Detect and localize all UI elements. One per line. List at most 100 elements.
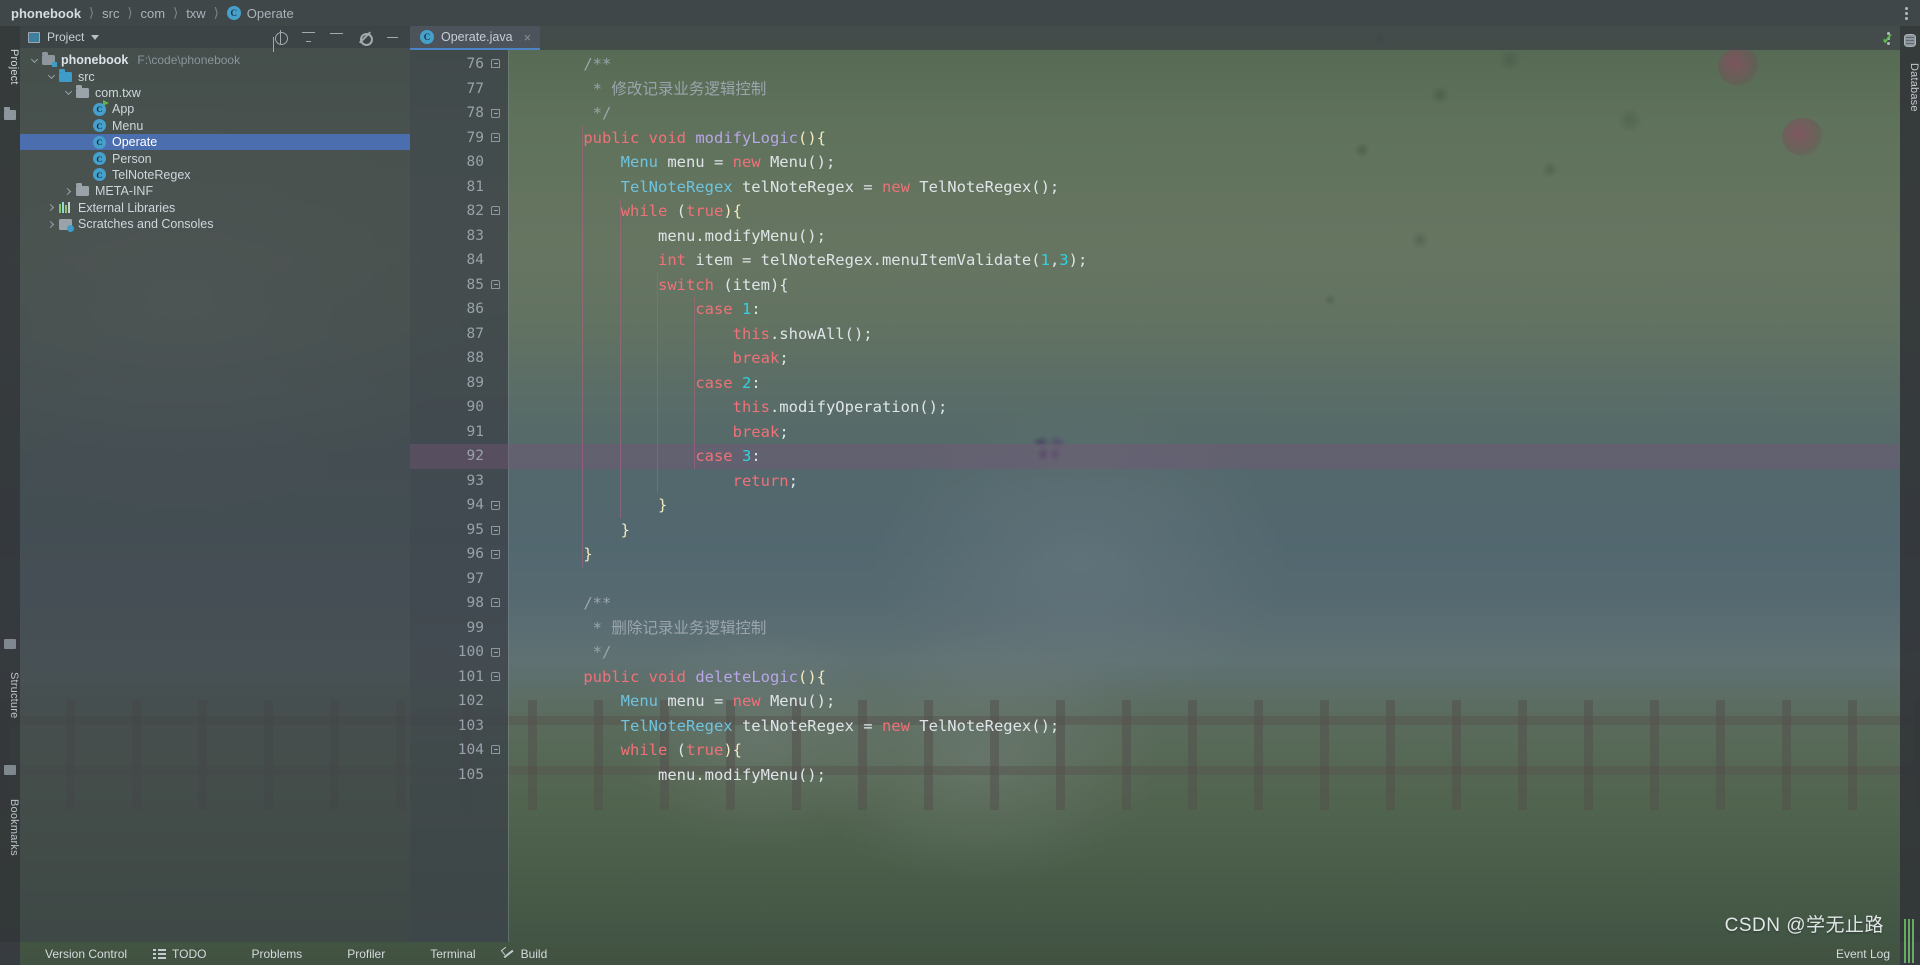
fold-marker-icon[interactable] — [484, 52, 508, 77]
tree-item-person[interactable]: C Person — [20, 150, 410, 166]
code-line[interactable]: 77 * 修改记录业务逻辑控制 — [410, 77, 1900, 102]
twisty-open-icon[interactable] — [62, 88, 75, 96]
code-line[interactable]: 90 this.modifyOperation(); — [410, 395, 1900, 420]
fold-marker-icon[interactable] — [484, 199, 508, 224]
fold-marker-icon[interactable] — [484, 542, 508, 567]
code-line[interactable]: 80 Menu menu = new Menu(); — [410, 150, 1900, 175]
code-line[interactable]: 100 */ — [410, 640, 1900, 665]
code-line[interactable]: 103 TelNoteRegex telNoteRegex = new TelN… — [410, 714, 1900, 739]
sidebar-item-bookmarks[interactable]: Bookmarks — [0, 780, 20, 875]
status-item-build[interactable]: Build — [489, 942, 561, 965]
sidebar-item-structure[interactable]: Structure — [0, 655, 20, 735]
code-line[interactable]: 91 break; — [410, 420, 1900, 445]
fold-marker-icon[interactable] — [484, 738, 508, 763]
code-line[interactable]: 86 case 1: — [410, 297, 1900, 322]
code-line[interactable]: 82 while (true){ — [410, 199, 1900, 224]
status-item-terminal[interactable]: Terminal — [398, 942, 488, 965]
code-line[interactable]: 78 */ — [410, 101, 1900, 126]
breadcrumb-item-src[interactable]: src — [101, 6, 120, 21]
code-viewport[interactable]: 76 /** 77 * 修改记录业务逻辑控制 78 */79 public void… — [410, 50, 1900, 942]
indent-guide — [582, 125, 584, 567]
status-item-version-control[interactable]: Version Control — [0, 942, 140, 965]
fold-marker-icon[interactable] — [484, 518, 508, 543]
code-line[interactable]: 101 public void deleteLogic(){ — [410, 665, 1900, 690]
code-line[interactable]: 96 } — [410, 542, 1900, 567]
code-line[interactable]: 88 break; — [410, 346, 1900, 371]
code-text: * 删除记录业务逻辑控制 — [546, 618, 767, 637]
code-line[interactable]: 98 /** — [410, 591, 1900, 616]
status-item-label: Build — [520, 946, 548, 961]
twisty-closed-icon[interactable] — [45, 204, 58, 212]
code-line[interactable]: 105 menu.modifyMenu(); — [410, 763, 1900, 788]
sidebar-item-database[interactable]: Database — [1900, 52, 1920, 122]
breadcrumb-item-class[interactable]: C Operate — [226, 6, 295, 21]
code-line[interactable]: 99 * 删除记录业务逻辑控制 — [410, 616, 1900, 641]
twisty-closed-icon[interactable] — [45, 220, 58, 228]
code-line[interactable]: 97 — [410, 567, 1900, 592]
tree-item-telnoteregex[interactable]: C TelNoteRegex — [20, 167, 410, 183]
fold-marker-icon[interactable] — [484, 640, 508, 665]
tree-item-app[interactable]: C App — [20, 99, 410, 117]
line-number: 88 — [466, 350, 484, 366]
breadcrumb-item-txw[interactable]: txw — [185, 6, 207, 21]
tree-item-phonebook[interactable]: phonebook F:\code\phonebook — [20, 52, 410, 68]
tab-operate-java[interactable]: C Operate.java × — [410, 26, 541, 50]
code-line[interactable]: 89 case 2: — [410, 371, 1900, 396]
editor-tabstrip: C Operate.java × — [410, 26, 1900, 50]
code-line[interactable]: 85 switch (item){ — [410, 273, 1900, 298]
twisty-open-icon[interactable] — [45, 72, 58, 80]
fold-marker-icon[interactable] — [484, 665, 508, 690]
chevron-down-icon[interactable] — [91, 34, 100, 40]
breadcrumb-item-com[interactable]: com — [140, 6, 167, 21]
fold-marker-icon[interactable] — [484, 273, 508, 298]
breadcrumb-separator: ⟩ — [127, 5, 133, 20]
code-line[interactable]: 104 while (true){ — [410, 738, 1900, 763]
code-line[interactable]: 92 case 3: — [410, 444, 1900, 469]
event-log-button[interactable]: Event Log — [1836, 947, 1890, 961]
breadcrumb-item-project[interactable]: phonebook — [10, 6, 82, 21]
collapse-all-icon[interactable] — [301, 30, 316, 45]
code-content[interactable]: 76 /** 77 * 修改记录业务逻辑控制 78 */79 public void… — [410, 50, 1900, 787]
class-icon: C — [92, 119, 107, 133]
tree-item-scratches-and-consoles[interactable]: Scratches and Consoles — [20, 216, 410, 232]
tree-item-operate[interactable]: C Operate — [20, 133, 410, 151]
sidebar-item-project[interactable]: Project — [0, 32, 20, 102]
settings-gear-icon[interactable] — [357, 30, 373, 46]
twisty-closed-icon[interactable] — [62, 187, 75, 195]
code-line[interactable]: 84 int item = telNoteRegex.menuItemValid… — [410, 248, 1900, 273]
code-line[interactable]: 87 this.showAll(); — [410, 322, 1900, 347]
code-line[interactable]: 93 return; — [410, 469, 1900, 494]
fold-marker-icon[interactable] — [484, 591, 508, 616]
tree-item-src[interactable]: src — [20, 68, 410, 84]
expand-all-icon[interactable] — [329, 30, 344, 45]
tree-item-external-libraries[interactable]: External Libraries — [20, 200, 410, 216]
status-item-todo[interactable]: TODO — [140, 942, 219, 965]
status-item-profiler[interactable]: Profiler — [315, 942, 398, 965]
status-item-problems[interactable]: Problems — [220, 942, 316, 965]
code-line[interactable]: 83 menu.modifyMenu(); — [410, 224, 1900, 249]
more-vertical-icon[interactable] — [1905, 6, 1908, 20]
code-line[interactable]: 94 } — [410, 493, 1900, 518]
close-icon[interactable]: × — [524, 31, 532, 44]
code-line[interactable]: 76 /** — [410, 52, 1900, 77]
hide-panel-icon[interactable] — [385, 30, 400, 45]
code-line[interactable]: 81 TelNoteRegex telNoteRegex = new TelNo… — [410, 175, 1900, 200]
twisty-open-icon[interactable] — [28, 55, 41, 63]
tree-item-meta-inf[interactable]: META-INF — [20, 183, 410, 199]
line-number: 78 — [466, 105, 484, 121]
fold-marker-icon[interactable] — [484, 101, 508, 126]
code-line[interactable]: 95 } — [410, 518, 1900, 543]
code-line[interactable]: 102 Menu menu = new Menu(); — [410, 689, 1900, 714]
locate-file-icon[interactable] — [273, 29, 288, 45]
tree-item-com-txw[interactable]: com.txw — [20, 84, 410, 101]
project-tree[interactable]: phonebook F:\code\phonebook src com.txw C App… — [20, 48, 410, 942]
code-line[interactable]: 79 public void modifyLogic(){ — [410, 126, 1900, 151]
fold-marker-icon[interactable] — [484, 126, 508, 151]
inspection-ok-icon[interactable]: ✓ — [1881, 30, 1894, 48]
tree-item-menu[interactable]: C Menu — [20, 118, 410, 134]
fold-marker-icon[interactable] — [484, 493, 508, 518]
